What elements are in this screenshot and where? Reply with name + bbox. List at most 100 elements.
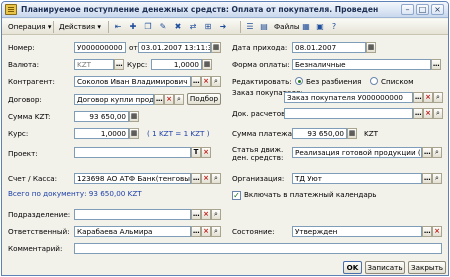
department-select-button[interactable]: ... bbox=[191, 209, 201, 220]
cashflow-open-icon[interactable]: ⌕ bbox=[432, 147, 442, 158]
cashflow-field[interactable]: Реализация готовой продукции (то bbox=[292, 147, 422, 158]
order-field[interactable]: Заказ покупателя У000000000 bbox=[284, 92, 413, 103]
date-picker-button[interactable]: ▦ bbox=[211, 42, 221, 53]
maximize-icon[interactable]: □ bbox=[416, 4, 429, 15]
rate2-field[interactable]: 1,0000 bbox=[74, 128, 129, 139]
order-select-button[interactable]: ... bbox=[413, 92, 423, 103]
currency-field[interactable]: KZT bbox=[74, 59, 114, 70]
state-clear-icon[interactable]: × bbox=[432, 226, 442, 237]
settlement-doc-field[interactable] bbox=[284, 108, 413, 119]
amount-kzt-field[interactable]: 93 650,00 bbox=[74, 111, 129, 122]
actions-menu[interactable]: Действия ▾ bbox=[56, 21, 104, 33]
files-menu[interactable]: Файлы bbox=[271, 21, 303, 33]
radio-no-split[interactable] bbox=[295, 77, 303, 85]
close-icon[interactable]: × bbox=[431, 4, 444, 15]
responsible-open-icon[interactable]: ⌕ bbox=[211, 226, 221, 237]
ok-button[interactable]: OK bbox=[343, 261, 362, 274]
department-clear-icon[interactable]: × bbox=[201, 209, 211, 220]
order-open-icon[interactable]: ⌕ bbox=[433, 92, 443, 103]
rate-calculator-button[interactable]: ▦ bbox=[202, 59, 212, 70]
structure-icon[interactable]: ⊞ bbox=[202, 21, 214, 33]
responsible-clear-icon[interactable]: × bbox=[201, 226, 211, 237]
payment-form-select-button[interactable]: ... bbox=[431, 59, 441, 70]
organization-select-button[interactable]: ... bbox=[422, 173, 432, 184]
rate-field[interactable]: 1,0000 bbox=[151, 59, 202, 70]
table-view-icon[interactable]: ▦ bbox=[300, 21, 312, 33]
project-label: Проект: bbox=[8, 149, 38, 158]
operation-menu[interactable]: Операция ▾ bbox=[5, 21, 55, 33]
order-clear-icon[interactable]: × bbox=[423, 92, 433, 103]
arrow-left-icon[interactable]: ⇤ bbox=[112, 21, 124, 33]
delete-icon[interactable]: ✖ bbox=[172, 21, 184, 33]
document-window: Планируемое поступление денежных средств… bbox=[1, 1, 449, 276]
contract-open-icon[interactable]: ⌕ bbox=[174, 94, 184, 105]
project-type-button[interactable]: T bbox=[191, 147, 201, 158]
project-clear-icon[interactable]: × bbox=[201, 147, 211, 158]
go-icon[interactable]: ➜ bbox=[217, 21, 229, 33]
comment-field[interactable] bbox=[74, 243, 442, 254]
toolbar-separator bbox=[240, 21, 241, 33]
counterparty-select-button[interactable]: ... bbox=[191, 76, 201, 87]
radio-list-label: Списком bbox=[381, 77, 414, 86]
settlement-doc-open-icon[interactable]: ⌕ bbox=[433, 108, 443, 119]
contract-field[interactable]: Договор купли прод bbox=[74, 94, 154, 105]
counterparty-field[interactable]: Соколов Иван Владимирович bbox=[74, 76, 191, 87]
close-button[interactable]: Закрыть bbox=[408, 261, 446, 274]
state-select-button[interactable]: ... bbox=[422, 226, 432, 237]
arrival-date-label: Дата прихода: bbox=[232, 43, 288, 52]
select-button[interactable]: Подбор bbox=[187, 93, 221, 105]
responsible-select-button[interactable]: ... bbox=[191, 226, 201, 237]
table-icon[interactable]: ☰ bbox=[244, 21, 256, 33]
state-label: Состояние: bbox=[232, 227, 275, 236]
date-field[interactable]: 03.01.2007 13:11:3 bbox=[138, 42, 211, 53]
settlement-doc-select-button[interactable]: ... bbox=[413, 108, 423, 119]
department-field[interactable] bbox=[74, 209, 191, 220]
cashflow-select-button[interactable]: ... bbox=[422, 147, 432, 158]
account-clear-icon[interactable]: × bbox=[201, 173, 211, 184]
payment-amount-field[interactable]: 93 650,00 bbox=[292, 128, 347, 139]
project-field[interactable] bbox=[74, 147, 191, 158]
post-icon[interactable]: ⇄ bbox=[187, 21, 199, 33]
rate-label: Курс: bbox=[127, 60, 148, 69]
minimize-icon[interactable]: – bbox=[401, 4, 414, 15]
organization-open-icon[interactable]: ⌕ bbox=[432, 173, 442, 184]
radio-no-split-label: Без разбиения bbox=[306, 77, 362, 86]
amount-calculator-button[interactable]: ▦ bbox=[129, 111, 139, 122]
payment-amount-calculator-button[interactable]: ▦ bbox=[347, 128, 357, 139]
payment-form-field[interactable]: Безналичные bbox=[292, 59, 431, 70]
contract-clear-icon[interactable]: × bbox=[164, 94, 174, 105]
calendar-icon[interactable]: ▣ bbox=[314, 21, 326, 33]
department-open-icon[interactable]: ⌕ bbox=[211, 209, 221, 220]
radio-list[interactable] bbox=[370, 77, 378, 85]
actions-menu-label: Действия bbox=[59, 22, 96, 31]
account-select-button[interactable]: ... bbox=[191, 173, 201, 184]
currency-select-button[interactable]: ... bbox=[114, 59, 124, 70]
counterparty-open-icon[interactable]: ⌕ bbox=[211, 76, 221, 87]
responsible-field[interactable]: Карабаева Альмира bbox=[74, 226, 191, 237]
counterparty-clear-icon[interactable]: × bbox=[201, 76, 211, 87]
counterparty-label: Контрагент: bbox=[8, 77, 55, 86]
new-icon[interactable]: ✚ bbox=[127, 21, 139, 33]
settlement-doc-label: Док. расчетов: bbox=[232, 109, 288, 118]
arrival-date-field[interactable]: 08.01.2007 bbox=[292, 42, 366, 53]
toolbar-separator bbox=[108, 21, 109, 33]
settlement-doc-clear-icon[interactable]: × bbox=[423, 108, 433, 119]
contract-label: Договор: bbox=[8, 95, 42, 104]
document-icon bbox=[5, 4, 17, 15]
bottom-bar: OK Записать Закрыть bbox=[2, 259, 448, 275]
contract-select-button[interactable]: ... bbox=[154, 94, 164, 105]
edit-icon[interactable]: ✎ bbox=[157, 21, 169, 33]
include-calendar-checkbox[interactable]: ✓ bbox=[232, 191, 241, 200]
toolbar-separator bbox=[53, 21, 54, 33]
account-field[interactable]: 123698 АО АТФ Банк(тенговый) bbox=[74, 173, 191, 184]
rate2-calculator-button[interactable]: ▦ bbox=[129, 128, 139, 139]
number-field[interactable]: У000000000 bbox=[74, 42, 126, 53]
copy-icon[interactable]: ❐ bbox=[142, 21, 154, 33]
save-button[interactable]: Записать bbox=[365, 261, 405, 274]
account-open-icon[interactable]: ⌕ bbox=[211, 173, 221, 184]
arrival-date-picker-button[interactable]: ▦ bbox=[366, 42, 376, 53]
report-icon[interactable]: ▤ bbox=[258, 21, 270, 33]
help-icon[interactable]: ? bbox=[328, 21, 340, 33]
organization-field[interactable]: ТД Уют bbox=[292, 173, 422, 184]
state-field[interactable]: Утвержден bbox=[292, 226, 422, 237]
